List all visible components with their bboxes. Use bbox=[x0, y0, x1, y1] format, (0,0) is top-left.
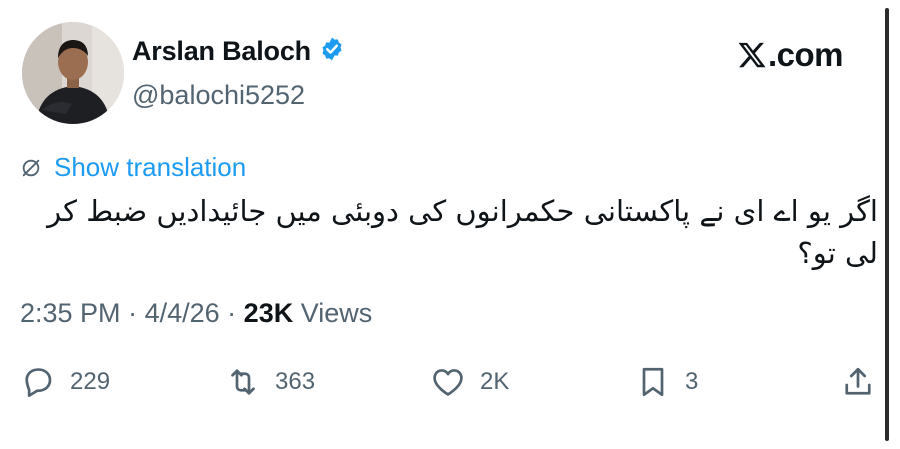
x-logo-icon bbox=[738, 42, 766, 68]
author-handle[interactable]: @balochi5252 bbox=[132, 80, 305, 111]
tweet-date[interactable]: 4/4/26 bbox=[145, 298, 220, 328]
share-icon bbox=[845, 367, 871, 395]
action-bar: 229 363 2K 3 bbox=[0, 364, 900, 408]
meta-separator: · bbox=[227, 298, 244, 328]
reply-count: 229 bbox=[70, 368, 111, 395]
heart-icon bbox=[433, 369, 463, 396]
author-display-name[interactable]: Arslan Baloch bbox=[132, 36, 311, 67]
author-name-row: Arslan Baloch bbox=[132, 36, 345, 67]
repost-icon bbox=[231, 369, 255, 395]
x-brand-watermark: .com bbox=[737, 36, 844, 74]
repost-count: 363 bbox=[275, 368, 316, 395]
meta-separator: · bbox=[128, 298, 145, 328]
tweet-time[interactable]: 2:35 PM bbox=[20, 298, 121, 328]
avatar-photo bbox=[22, 22, 124, 124]
verified-badge-icon bbox=[311, 36, 345, 67]
views-count: 23K bbox=[243, 298, 294, 328]
like-count: 2K bbox=[480, 368, 510, 395]
like-button[interactable]: 2K bbox=[430, 364, 509, 400]
bookmark-count: 3 bbox=[685, 368, 699, 395]
avatar[interactable] bbox=[22, 22, 124, 124]
share-button[interactable] bbox=[840, 364, 876, 400]
bookmark-button[interactable]: 3 bbox=[635, 364, 698, 400]
translate-icon bbox=[22, 159, 40, 176]
tweet-meta: 2:35 PM · 4/4/26 · 23K Views bbox=[20, 298, 372, 329]
show-translation-link[interactable]: Show translation bbox=[20, 152, 246, 183]
repost-button[interactable]: 363 bbox=[225, 364, 315, 400]
bookmark-icon bbox=[642, 367, 664, 397]
reply-button[interactable]: 229 bbox=[20, 364, 110, 400]
show-translation-label: Show translation bbox=[54, 152, 247, 182]
brand-domain-text: .com bbox=[768, 36, 844, 73]
tweet-text: اگر یو اے ای نے پاکستانی حکمرانوں کی دوب… bbox=[47, 194, 878, 270]
reply-icon bbox=[25, 368, 52, 397]
views-label: Views bbox=[300, 298, 373, 328]
